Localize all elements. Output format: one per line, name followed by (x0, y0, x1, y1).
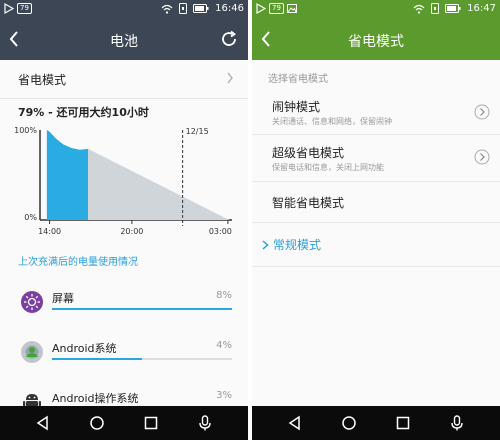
microphone-icon[interactable] (196, 414, 214, 432)
chevron-right-icon (227, 72, 233, 84)
battery-chart: 12/15 100% 0%14:00 20:00 03:00 (14, 126, 232, 236)
usage-since-charge-header: 上次充满后的电量使用情况 (18, 257, 138, 268)
image-icon (286, 4, 297, 13)
usage-percent: 3% (216, 390, 232, 401)
status-bar: 79 16:47 (252, 0, 500, 20)
navigation-bar (252, 406, 500, 440)
divider (252, 266, 500, 267)
wifi-icon (413, 4, 425, 14)
back-triangle-icon[interactable] (34, 414, 52, 432)
power-saving-screen: 79 16:47 省电模式 选择省电模式 闹钟模式 关闭通话、信息和网络，保留闹… (252, 0, 500, 440)
page-title: 省电模式 (348, 34, 404, 50)
power-saving-mode-label: 省电模式 (18, 73, 67, 87)
mode-description: 保留电话和信息，关闭上网功能 (272, 163, 384, 172)
x-tick-label: 14:00 (38, 227, 61, 236)
play-icon (256, 3, 266, 14)
brightness-icon (21, 291, 43, 313)
usage-bar-fill (52, 308, 232, 310)
recents-square-icon[interactable] (142, 414, 160, 432)
status-bar: 79 16:46 (0, 0, 248, 20)
usage-item-screen[interactable]: 屏幕 8% (0, 284, 248, 330)
y-tick-label: 100% (14, 126, 37, 135)
chevron-circle-icon[interactable] (474, 149, 490, 165)
mode-title: 超级省电模式 (272, 146, 345, 160)
battery-screen: 79 16:46 电池 省电模式 79% - 还可用大约10小时 12/15 10… (0, 0, 248, 440)
home-circle-icon[interactable] (88, 414, 106, 432)
x-tick-label: 20:00 (120, 227, 143, 236)
power-saving-mode-row[interactable]: 省电模式 (0, 60, 248, 99)
chevron-circle-icon[interactable] (474, 104, 490, 120)
play-icon (4, 3, 14, 14)
usage-bar (52, 308, 232, 310)
refresh-icon[interactable] (220, 30, 238, 48)
home-circle-icon[interactable] (340, 414, 358, 432)
usage-percent: 8% (216, 290, 232, 301)
clock: 16:47 (467, 3, 496, 14)
clock: 16:46 (215, 3, 244, 14)
usage-bar-fill (52, 358, 142, 360)
battery-icon (193, 4, 209, 13)
chevron-right-icon (262, 239, 269, 250)
recents-square-icon[interactable] (394, 414, 412, 432)
y-tick-label: 0% (24, 213, 37, 222)
used-battery-area (46, 130, 88, 220)
mode-smart-saving[interactable]: 智能省电模式 (252, 182, 500, 223)
usage-name: Android系统 (52, 342, 117, 355)
android-system-icon (21, 341, 43, 363)
app-bar: 省电模式 (252, 20, 500, 60)
mode-title: 智能省电模式 (272, 196, 345, 210)
notification-badge: 79 (17, 3, 32, 14)
wifi-icon (161, 4, 173, 14)
sim-icon (179, 3, 188, 14)
date-marker-label: 12/15 (186, 127, 209, 136)
page-title: 电池 (110, 34, 138, 50)
usage-bar (52, 358, 232, 360)
projected-battery-area (88, 148, 230, 220)
usage-item-android-system[interactable]: Android系统 4% (0, 334, 248, 380)
microphone-icon[interactable] (448, 414, 466, 432)
normal-mode-link[interactable]: 常规模式 (262, 236, 321, 253)
mode-super-saving[interactable]: 超级省电模式 保留电话和信息，关闭上网功能 (252, 135, 500, 182)
notification-badge: 79 (269, 3, 284, 14)
navigation-bar (0, 406, 248, 440)
back-triangle-icon[interactable] (286, 414, 304, 432)
usage-name: 屏幕 (52, 292, 74, 305)
normal-mode-label: 常规模式 (273, 238, 322, 252)
app-bar: 电池 (0, 20, 248, 60)
mode-description: 关闭通话、信息和网络，保留闹钟 (272, 117, 392, 126)
sim-icon (431, 3, 440, 14)
usage-percent: 4% (216, 340, 232, 351)
section-label: 选择省电模式 (268, 74, 328, 85)
mode-alarm[interactable]: 闹钟模式 关闭通话、信息和网络，保留闹钟 (252, 88, 500, 135)
x-tick-label: 03:00 (209, 227, 232, 236)
mode-title: 闹钟模式 (272, 100, 321, 114)
usage-name: Android操作系统 (52, 392, 139, 405)
battery-icon (445, 4, 461, 13)
